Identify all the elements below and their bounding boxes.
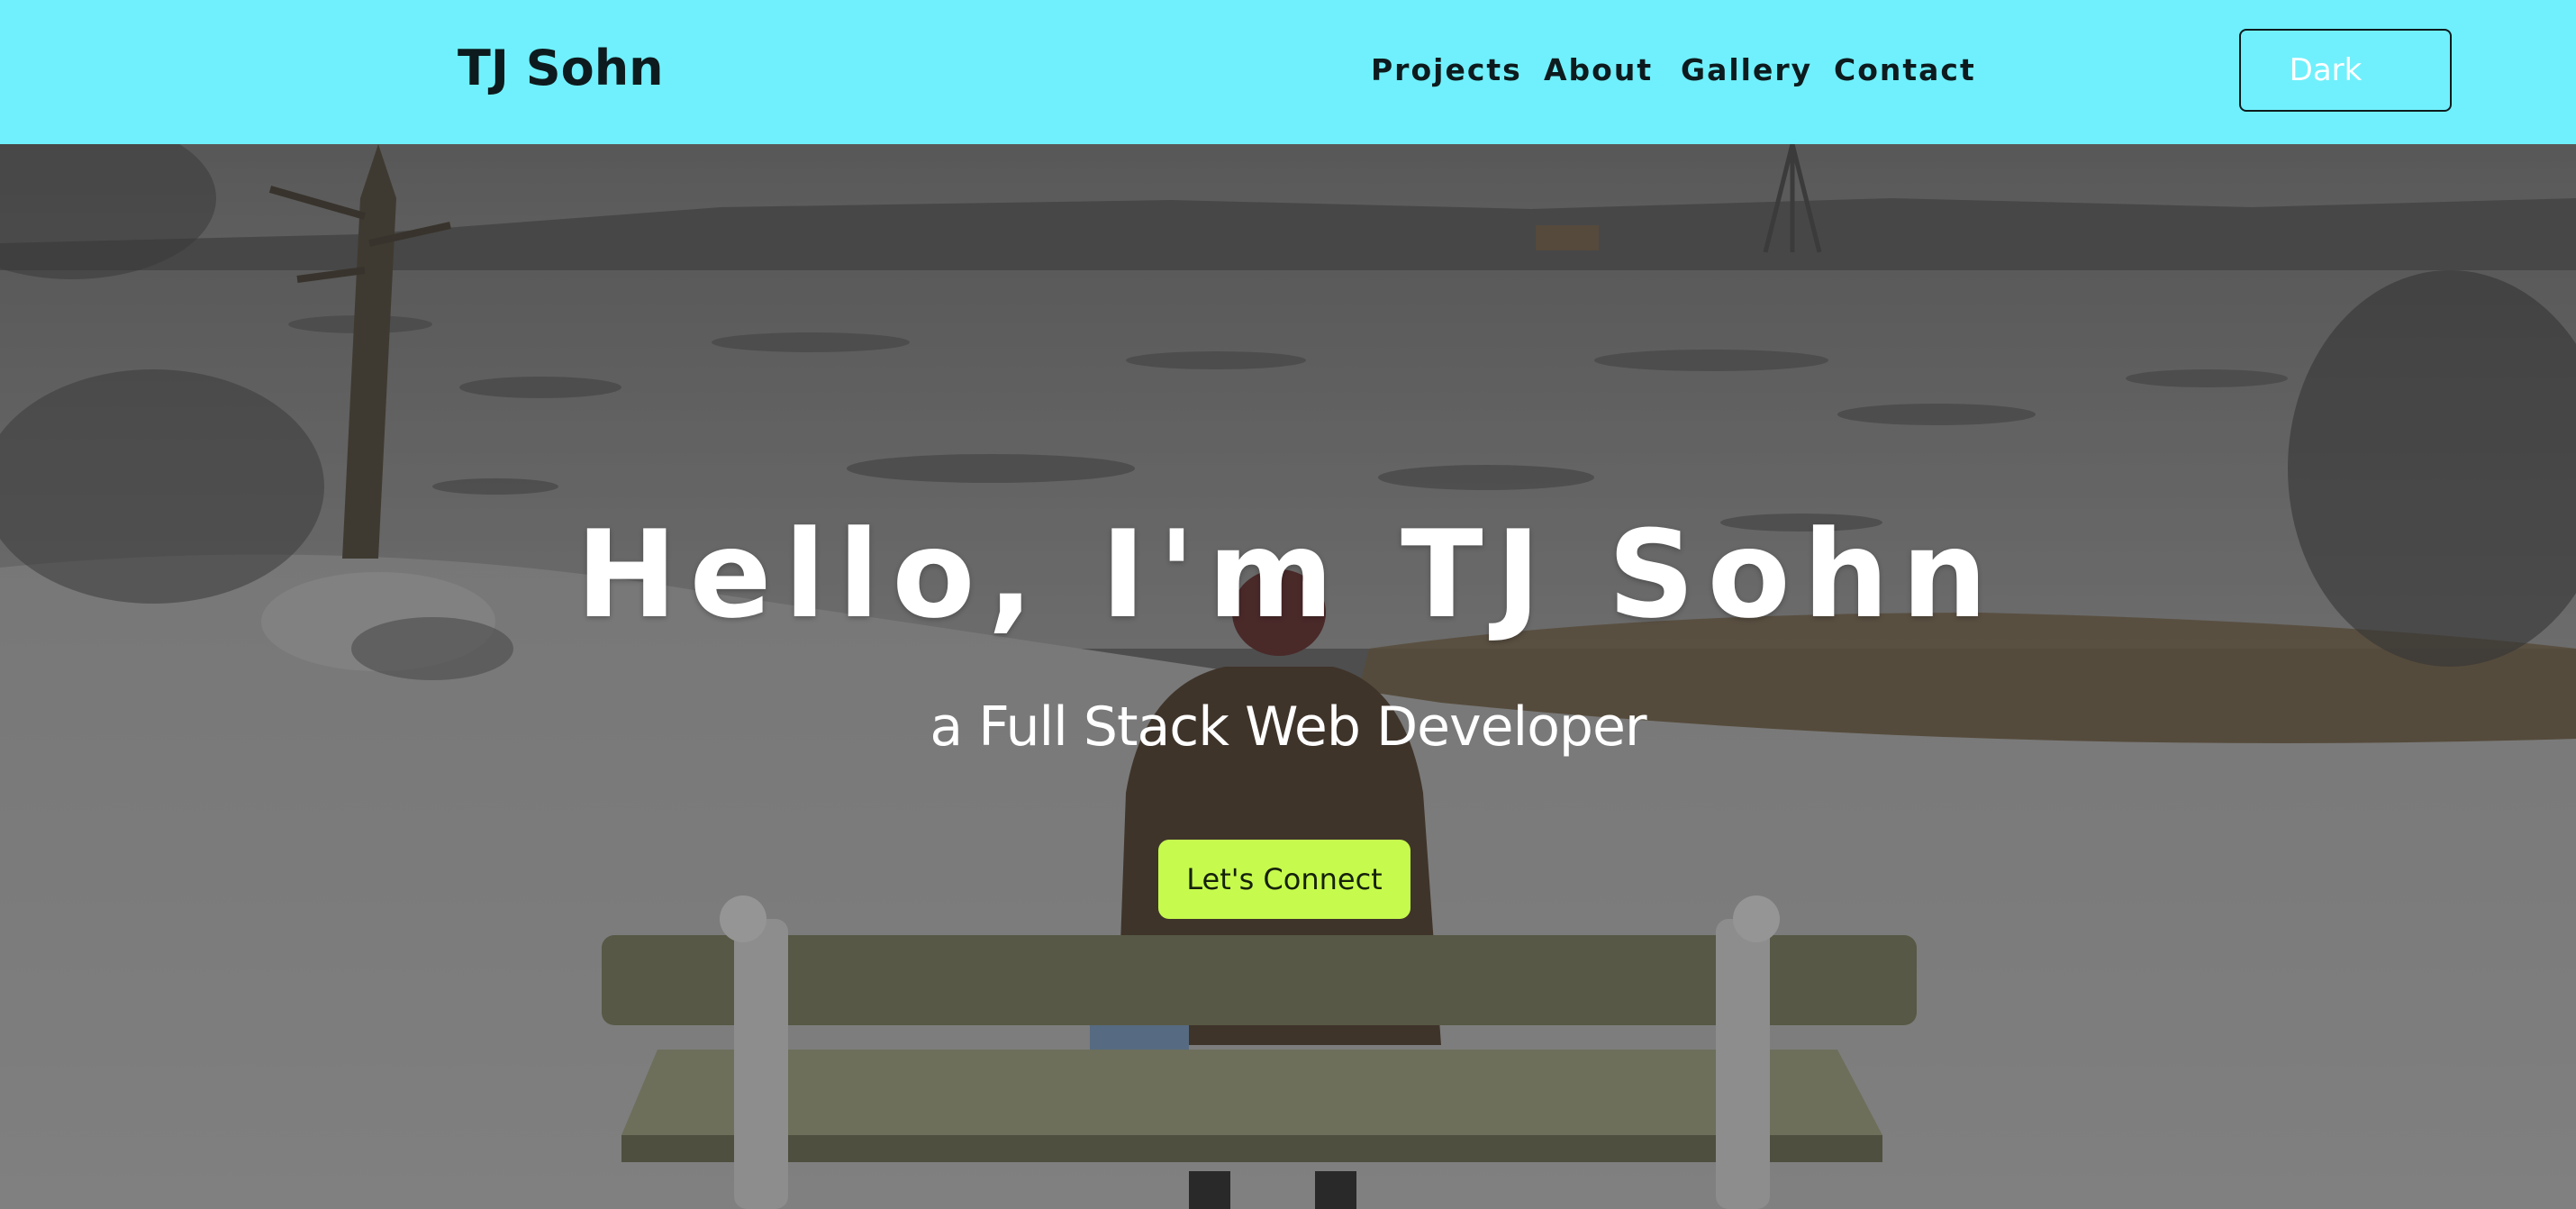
theme-toggle-button[interactable]: Dark [2239, 29, 2452, 112]
moon-icon [2367, 53, 2401, 87]
hero-subtitle: a Full Stack Web Developer [930, 695, 1646, 759]
brand-logo[interactable]: TJ Sohn [458, 40, 664, 96]
nav-link-about[interactable]: About [1544, 52, 1653, 87]
hero-title: Hello, I'm TJ Sohn [576, 505, 2000, 645]
nav-link-gallery[interactable]: Gallery [1681, 52, 1812, 87]
navbar: TJ Sohn Projects About Gallery Contact D… [0, 0, 2576, 144]
hero-section: Hello, I'm TJ Sohn a Full Stack Web Deve… [0, 144, 2576, 1209]
theme-toggle-label: Dark [2289, 52, 2363, 88]
hero-overlay [0, 144, 2576, 1209]
nav-link-projects[interactable]: Projects [1371, 52, 1522, 87]
lets-connect-button[interactable]: Let's Connect [1158, 840, 1410, 919]
nav-link-contact[interactable]: Contact [1834, 52, 1976, 87]
